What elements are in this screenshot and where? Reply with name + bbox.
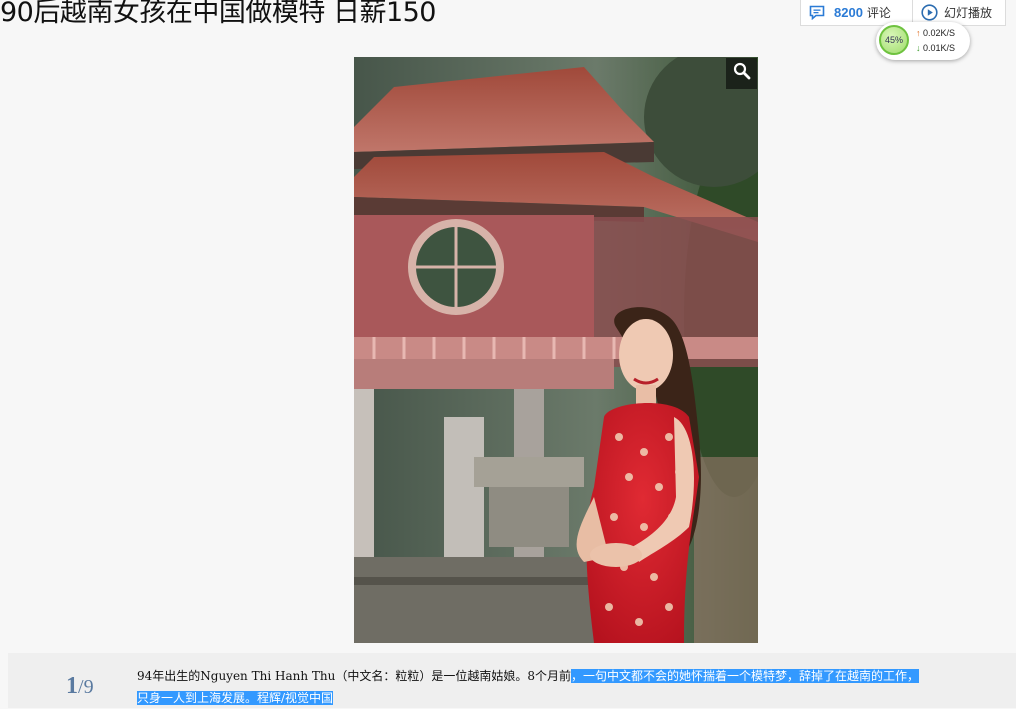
upload-speed-value: 0.02K/S <box>923 28 956 38</box>
caption-text: 94年出生的Nguyen Thi Hanh Thu（中文名：粒粒）是一位越南姑娘… <box>137 669 571 683</box>
zoom-button[interactable] <box>726 58 757 89</box>
upload-arrow-icon: ↑ <box>916 28 921 38</box>
photo-illustration <box>354 57 758 643</box>
network-speed-widget[interactable]: 45% ↑ 0.02K/S ↓ 0.01K/S <box>876 22 970 60</box>
pager-current: 1 <box>66 673 78 699</box>
caption-selected-text-1: ，一句中文都不会的她怀揣着一个模特梦，辞掉了在越南的工作， <box>570 669 919 683</box>
magnifier-icon <box>733 62 751 85</box>
comment-count: 8200 <box>834 5 863 20</box>
upload-speed: ↑ 0.02K/S <box>916 28 955 38</box>
caption-selected-text-2: 只身一人到上海发展。程辉/视觉中国 <box>137 691 334 705</box>
image-pager: 1/9 <box>66 673 94 700</box>
pager-total: 9 <box>83 676 94 698</box>
download-speed: ↓ 0.01K/S <box>916 43 955 53</box>
play-circle-icon <box>921 4 938 21</box>
gallery-photo[interactable] <box>354 57 758 643</box>
slideshow-label: 幻灯播放 <box>944 6 993 20</box>
download-speed-value: 0.01K/S <box>923 43 956 53</box>
comment-label: 评论 <box>866 6 891 20</box>
comment-icon <box>809 5 825 20</box>
memory-usage-ball: 45% <box>879 25 909 55</box>
page-title: 90后越南女孩在中国做模特 日薪150 <box>0 0 436 28</box>
photo-caption: 94年出生的Nguyen Thi Hanh Thu（中文名：粒粒）是一位越南姑娘… <box>137 665 1016 709</box>
download-arrow-icon: ↓ <box>916 43 921 53</box>
